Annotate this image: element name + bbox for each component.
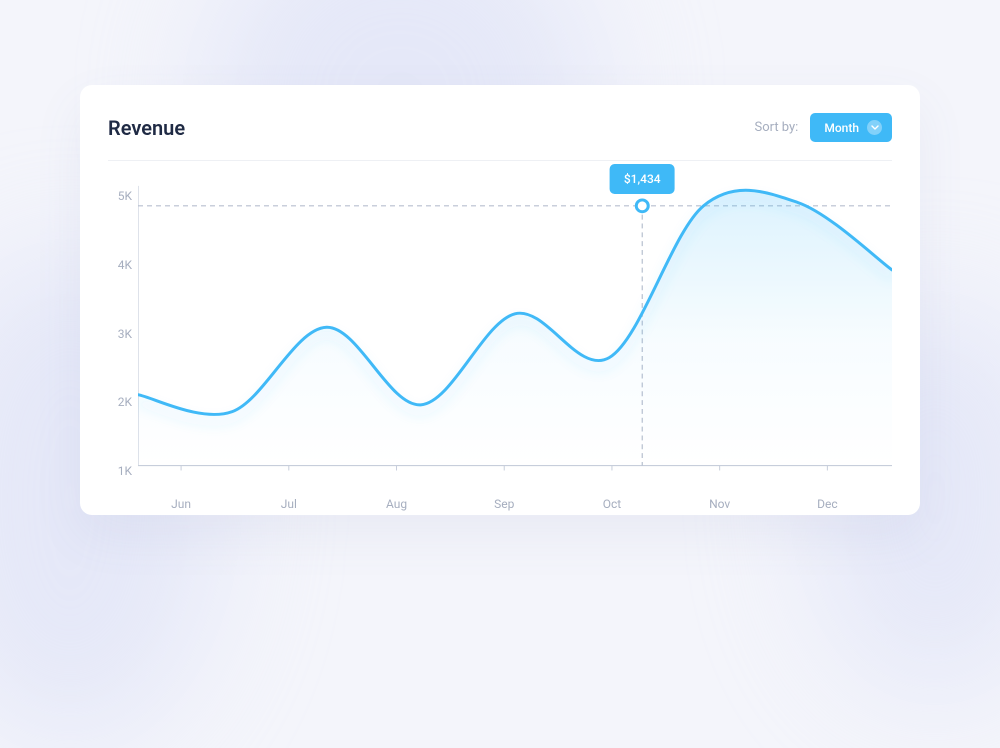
sort-label: Sort by: bbox=[754, 120, 798, 135]
y-tick: 5K bbox=[118, 189, 132, 203]
chevron-down-icon bbox=[867, 120, 882, 135]
revenue-card: Revenue Sort by: Month 1K 2K 3K 4K 5K bbox=[80, 85, 920, 515]
chart-plot[interactable]: $1,434 JunJulAugSepOctNovDec bbox=[138, 181, 892, 495]
tooltip-value: $1,434 bbox=[624, 172, 661, 186]
x-tick: Oct bbox=[603, 497, 621, 511]
card-title: Revenue bbox=[108, 116, 185, 140]
chart-tooltip: $1,434 bbox=[610, 164, 675, 194]
x-tick: Sep bbox=[494, 497, 514, 511]
y-tick: 1K bbox=[118, 464, 132, 478]
x-tick: Nov bbox=[709, 497, 730, 511]
y-axis: 1K 2K 3K 4K 5K bbox=[108, 181, 138, 495]
x-tick: Jul bbox=[281, 497, 297, 511]
x-tick: Jun bbox=[171, 497, 191, 511]
y-tick: 4K bbox=[118, 258, 132, 272]
x-tick: Dec bbox=[817, 497, 838, 511]
y-tick: 2K bbox=[118, 395, 132, 409]
y-tick: 3K bbox=[118, 327, 132, 341]
card-header: Revenue Sort by: Month bbox=[108, 113, 892, 161]
x-tick: Aug bbox=[386, 497, 407, 511]
chart-area: 1K 2K 3K 4K 5K $1,434 JunJulAugSepOctNovDec bbox=[108, 161, 892, 495]
sort-value: Month bbox=[824, 121, 859, 135]
sort-button[interactable]: Month bbox=[810, 113, 892, 142]
sort-group: Sort by: Month bbox=[754, 113, 892, 142]
chart-svg bbox=[138, 181, 892, 495]
